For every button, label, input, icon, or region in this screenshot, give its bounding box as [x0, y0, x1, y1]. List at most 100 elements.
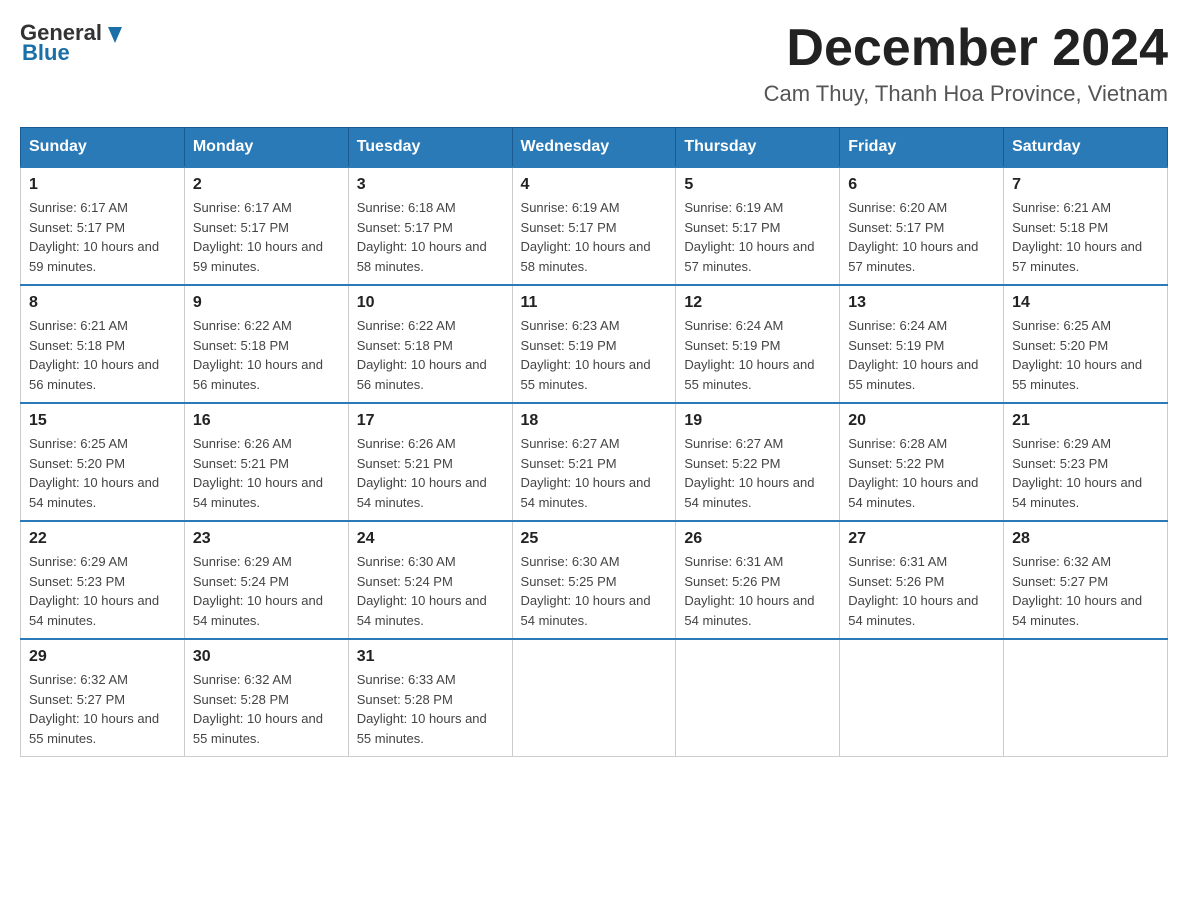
day-number: 17 [357, 412, 504, 430]
title-area: December 2024 Cam Thuy, Thanh Hoa Provin… [764, 20, 1168, 107]
day-number: 6 [848, 176, 995, 194]
day-number: 10 [357, 294, 504, 312]
day-info: Sunrise: 6:24 AM Sunset: 5:19 PM Dayligh… [684, 316, 831, 394]
calendar-day-cell: 2 Sunrise: 6:17 AM Sunset: 5:17 PM Dayli… [184, 167, 348, 285]
calendar-day-cell: 21 Sunrise: 6:29 AM Sunset: 5:23 PM Dayl… [1004, 403, 1168, 521]
column-header-thursday: Thursday [676, 128, 840, 168]
day-info: Sunrise: 6:18 AM Sunset: 5:17 PM Dayligh… [357, 198, 504, 276]
calendar-day-cell: 12 Sunrise: 6:24 AM Sunset: 5:19 PM Dayl… [676, 285, 840, 403]
calendar-table: SundayMondayTuesdayWednesdayThursdayFrid… [20, 127, 1168, 757]
day-info: Sunrise: 6:19 AM Sunset: 5:17 PM Dayligh… [684, 198, 831, 276]
day-info: Sunrise: 6:29 AM Sunset: 5:23 PM Dayligh… [1012, 434, 1159, 512]
calendar-day-cell: 23 Sunrise: 6:29 AM Sunset: 5:24 PM Dayl… [184, 521, 348, 639]
day-info: Sunrise: 6:32 AM Sunset: 5:28 PM Dayligh… [193, 670, 340, 748]
calendar-week-row: 15 Sunrise: 6:25 AM Sunset: 5:20 PM Dayl… [21, 403, 1168, 521]
day-info: Sunrise: 6:23 AM Sunset: 5:19 PM Dayligh… [521, 316, 668, 394]
calendar-day-cell: 30 Sunrise: 6:32 AM Sunset: 5:28 PM Dayl… [184, 639, 348, 757]
calendar-day-cell [676, 639, 840, 757]
day-info: Sunrise: 6:20 AM Sunset: 5:17 PM Dayligh… [848, 198, 995, 276]
column-header-friday: Friday [840, 128, 1004, 168]
logo-blue-text: Blue [22, 40, 70, 66]
day-number: 27 [848, 530, 995, 548]
day-number: 30 [193, 648, 340, 666]
day-number: 7 [1012, 176, 1159, 194]
calendar-day-cell: 14 Sunrise: 6:25 AM Sunset: 5:20 PM Dayl… [1004, 285, 1168, 403]
day-info: Sunrise: 6:19 AM Sunset: 5:17 PM Dayligh… [521, 198, 668, 276]
column-header-tuesday: Tuesday [348, 128, 512, 168]
day-info: Sunrise: 6:22 AM Sunset: 5:18 PM Dayligh… [193, 316, 340, 394]
calendar-day-cell: 11 Sunrise: 6:23 AM Sunset: 5:19 PM Dayl… [512, 285, 676, 403]
logo-triangle-icon [104, 23, 126, 45]
day-number: 21 [1012, 412, 1159, 430]
calendar-day-cell: 6 Sunrise: 6:20 AM Sunset: 5:17 PM Dayli… [840, 167, 1004, 285]
day-info: Sunrise: 6:28 AM Sunset: 5:22 PM Dayligh… [848, 434, 995, 512]
calendar-day-cell: 9 Sunrise: 6:22 AM Sunset: 5:18 PM Dayli… [184, 285, 348, 403]
day-number: 13 [848, 294, 995, 312]
day-info: Sunrise: 6:26 AM Sunset: 5:21 PM Dayligh… [193, 434, 340, 512]
day-number: 19 [684, 412, 831, 430]
day-number: 4 [521, 176, 668, 194]
calendar-day-cell: 5 Sunrise: 6:19 AM Sunset: 5:17 PM Dayli… [676, 167, 840, 285]
calendar-header-row: SundayMondayTuesdayWednesdayThursdayFrid… [21, 128, 1168, 168]
calendar-day-cell: 18 Sunrise: 6:27 AM Sunset: 5:21 PM Dayl… [512, 403, 676, 521]
calendar-day-cell: 20 Sunrise: 6:28 AM Sunset: 5:22 PM Dayl… [840, 403, 1004, 521]
day-info: Sunrise: 6:26 AM Sunset: 5:21 PM Dayligh… [357, 434, 504, 512]
calendar-day-cell: 10 Sunrise: 6:22 AM Sunset: 5:18 PM Dayl… [348, 285, 512, 403]
calendar-day-cell: 27 Sunrise: 6:31 AM Sunset: 5:26 PM Dayl… [840, 521, 1004, 639]
calendar-day-cell [512, 639, 676, 757]
day-number: 20 [848, 412, 995, 430]
calendar-day-cell [1004, 639, 1168, 757]
day-info: Sunrise: 6:25 AM Sunset: 5:20 PM Dayligh… [29, 434, 176, 512]
calendar-day-cell: 4 Sunrise: 6:19 AM Sunset: 5:17 PM Dayli… [512, 167, 676, 285]
day-info: Sunrise: 6:32 AM Sunset: 5:27 PM Dayligh… [29, 670, 176, 748]
day-info: Sunrise: 6:25 AM Sunset: 5:20 PM Dayligh… [1012, 316, 1159, 394]
calendar-day-cell: 31 Sunrise: 6:33 AM Sunset: 5:28 PM Dayl… [348, 639, 512, 757]
day-number: 5 [684, 176, 831, 194]
calendar-day-cell: 15 Sunrise: 6:25 AM Sunset: 5:20 PM Dayl… [21, 403, 185, 521]
day-info: Sunrise: 6:32 AM Sunset: 5:27 PM Dayligh… [1012, 552, 1159, 630]
day-number: 26 [684, 530, 831, 548]
column-header-monday: Monday [184, 128, 348, 168]
day-info: Sunrise: 6:31 AM Sunset: 5:26 PM Dayligh… [684, 552, 831, 630]
day-number: 16 [193, 412, 340, 430]
column-header-wednesday: Wednesday [512, 128, 676, 168]
day-info: Sunrise: 6:22 AM Sunset: 5:18 PM Dayligh… [357, 316, 504, 394]
calendar-day-cell: 8 Sunrise: 6:21 AM Sunset: 5:18 PM Dayli… [21, 285, 185, 403]
header: General Blue December 2024 Cam Thuy, Tha… [20, 20, 1168, 107]
day-number: 15 [29, 412, 176, 430]
day-info: Sunrise: 6:31 AM Sunset: 5:26 PM Dayligh… [848, 552, 995, 630]
calendar-day-cell [840, 639, 1004, 757]
calendar-day-cell: 25 Sunrise: 6:30 AM Sunset: 5:25 PM Dayl… [512, 521, 676, 639]
day-number: 12 [684, 294, 831, 312]
logo: General Blue [20, 20, 126, 66]
day-info: Sunrise: 6:27 AM Sunset: 5:21 PM Dayligh… [521, 434, 668, 512]
day-info: Sunrise: 6:17 AM Sunset: 5:17 PM Dayligh… [193, 198, 340, 276]
day-number: 2 [193, 176, 340, 194]
day-number: 31 [357, 648, 504, 666]
day-info: Sunrise: 6:29 AM Sunset: 5:23 PM Dayligh… [29, 552, 176, 630]
day-number: 29 [29, 648, 176, 666]
day-info: Sunrise: 6:21 AM Sunset: 5:18 PM Dayligh… [1012, 198, 1159, 276]
calendar-day-cell: 19 Sunrise: 6:27 AM Sunset: 5:22 PM Dayl… [676, 403, 840, 521]
day-number: 28 [1012, 530, 1159, 548]
day-number: 14 [1012, 294, 1159, 312]
calendar-week-row: 1 Sunrise: 6:17 AM Sunset: 5:17 PM Dayli… [21, 167, 1168, 285]
day-info: Sunrise: 6:17 AM Sunset: 5:17 PM Dayligh… [29, 198, 176, 276]
calendar-day-cell: 28 Sunrise: 6:32 AM Sunset: 5:27 PM Dayl… [1004, 521, 1168, 639]
location-title: Cam Thuy, Thanh Hoa Province, Vietnam [764, 81, 1168, 107]
day-info: Sunrise: 6:33 AM Sunset: 5:28 PM Dayligh… [357, 670, 504, 748]
calendar-week-row: 22 Sunrise: 6:29 AM Sunset: 5:23 PM Dayl… [21, 521, 1168, 639]
day-number: 22 [29, 530, 176, 548]
day-number: 11 [521, 294, 668, 312]
calendar-day-cell: 29 Sunrise: 6:32 AM Sunset: 5:27 PM Dayl… [21, 639, 185, 757]
day-info: Sunrise: 6:30 AM Sunset: 5:25 PM Dayligh… [521, 552, 668, 630]
day-number: 1 [29, 176, 176, 194]
calendar-week-row: 8 Sunrise: 6:21 AM Sunset: 5:18 PM Dayli… [21, 285, 1168, 403]
day-number: 18 [521, 412, 668, 430]
column-header-saturday: Saturday [1004, 128, 1168, 168]
day-info: Sunrise: 6:24 AM Sunset: 5:19 PM Dayligh… [848, 316, 995, 394]
calendar-day-cell: 26 Sunrise: 6:31 AM Sunset: 5:26 PM Dayl… [676, 521, 840, 639]
calendar-day-cell: 7 Sunrise: 6:21 AM Sunset: 5:18 PM Dayli… [1004, 167, 1168, 285]
calendar-week-row: 29 Sunrise: 6:32 AM Sunset: 5:27 PM Dayl… [21, 639, 1168, 757]
day-number: 25 [521, 530, 668, 548]
